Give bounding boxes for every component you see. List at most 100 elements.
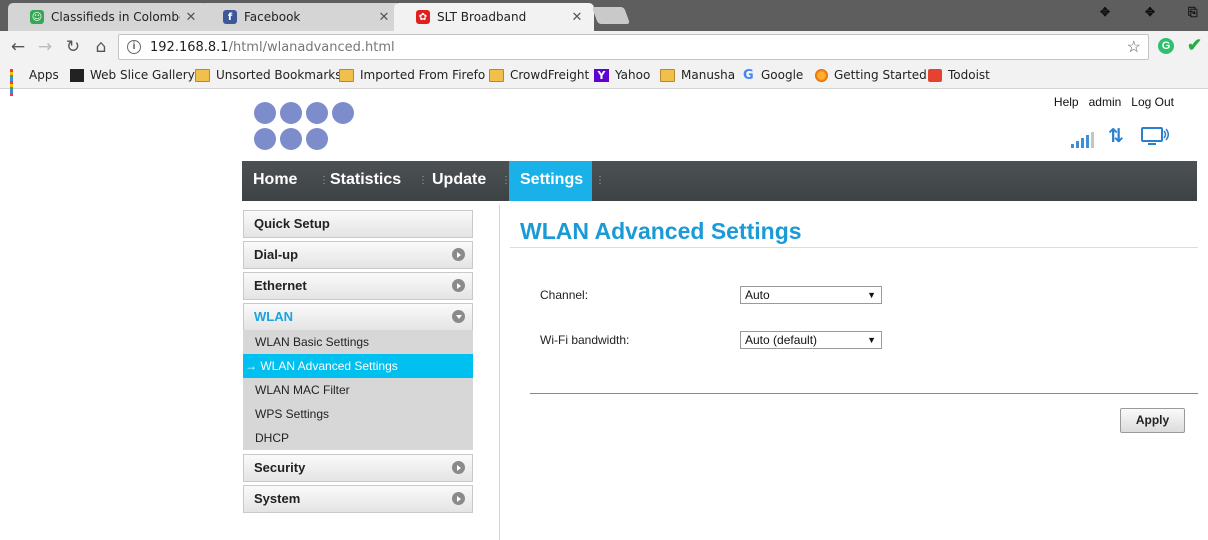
main-navbar: Home ⋮ Statistics ⋮ Update ⋮ Settings ⋮ <box>242 161 1197 201</box>
restore-icon[interactable]: ⎘ <box>1188 5 1198 20</box>
bandwidth-label: Wi-Fi bandwidth: <box>540 333 630 347</box>
move-icon[interactable]: ✥ <box>1145 5 1155 19</box>
nav-settings[interactable]: Settings <box>509 161 592 201</box>
sidebar-label: Ethernet <box>254 278 307 293</box>
bookmark-label: Web Slice Gallery <box>90 68 195 82</box>
yahoo-icon: Y <box>594 68 609 82</box>
bookmark-label: Apps <box>29 68 59 82</box>
extension-icon[interactable]: ✥ <box>1100 5 1110 19</box>
folder-icon <box>195 68 210 82</box>
sidebar-quick-setup[interactable]: Quick Setup <box>243 210 473 238</box>
bookmark-crowdfreight[interactable]: CrowdFreight <box>489 68 589 82</box>
bookmark-todoist[interactable]: Todoist <box>928 68 990 82</box>
connected-device-icon <box>1141 127 1169 145</box>
folder-icon <box>660 68 675 82</box>
tab-facebook[interactable]: f Facebook ✕ <box>201 3 401 31</box>
checkmark-extension-icon[interactable]: ✔ <box>1187 35 1202 56</box>
sidebar-ethernet[interactable]: Ethernet <box>243 272 473 300</box>
sidebar-label: WLAN <box>254 309 293 324</box>
info-icon[interactable]: i <box>127 40 141 54</box>
tab-close-icon[interactable]: ✕ <box>184 10 198 25</box>
bookmark-star-icon[interactable]: ☆ <box>1127 37 1141 57</box>
sidebar-label: System <box>254 491 301 506</box>
tab-close-icon[interactable]: ✕ <box>570 10 584 25</box>
nav-home[interactable]: Home <box>242 161 308 201</box>
grammarly-icon[interactable]: G <box>1158 38 1174 54</box>
nav-update[interactable]: Update <box>421 161 497 201</box>
sidebar-security[interactable]: Security <box>243 454 473 482</box>
apply-button[interactable]: Apply <box>1120 408 1185 433</box>
expand-arrow-icon <box>452 279 465 292</box>
content-divider <box>499 205 500 540</box>
submenu-dhcp[interactable]: DHCP <box>243 426 473 450</box>
browser-toolbar: ← → ↻ ⌂ i 192.168.8.1/html/wlanadvanced.… <box>0 31 1208 63</box>
submenu-wlan-advanced[interactable]: → WLAN Advanced Settings <box>243 354 473 378</box>
nav-separator: ⋮ <box>595 175 605 186</box>
bookmark-getting-started[interactable]: Getting Started <box>815 68 927 82</box>
bandwidth-select[interactable]: Auto (default) ▼ <box>740 331 882 349</box>
sidebar-label: Security <box>254 460 306 475</box>
channel-select[interactable]: Auto ▼ <box>740 286 882 304</box>
url-text[interactable]: 192.168.8.1/html/wlanadvanced.html <box>150 40 395 55</box>
bookmark-label: Google <box>761 68 804 82</box>
url-path: /html/wlanadvanced.html <box>228 40 395 55</box>
tab-title: Facebook <box>244 10 301 24</box>
bookmark-imported[interactable]: Imported From Firefo <box>339 68 485 82</box>
tab-title: Classifieds in Colombo o <box>51 10 180 24</box>
forward-icon[interactable]: → <box>34 36 56 58</box>
sidebar-label: Dial-up <box>254 247 299 262</box>
bookmark-apps[interactable]: Apps <box>10 68 59 96</box>
title-divider <box>510 247 1198 248</box>
sidebar-label: Quick Setup <box>254 216 330 231</box>
bookmark-label: Manusha <box>681 68 736 82</box>
nav-statistics[interactable]: Statistics <box>319 161 412 201</box>
submenu-wlan-mac-filter[interactable]: WLAN MAC Filter <box>243 378 473 402</box>
firefox-icon <box>815 68 828 82</box>
home-icon[interactable]: ⌂ <box>90 36 112 58</box>
page-title: WLAN Advanced Settings <box>520 218 802 244</box>
google-icon: G <box>743 67 754 83</box>
channel-value: Auto <box>745 288 770 302</box>
dropdown-arrow-icon: ▼ <box>867 335 876 345</box>
sidebar-dialup[interactable]: Dial-up <box>243 241 473 269</box>
huawei-favicon-icon: ✿ <box>416 10 430 24</box>
reload-icon[interactable]: ↻ <box>62 36 84 58</box>
form-divider <box>530 393 1198 394</box>
sidebar-system[interactable]: System <box>243 485 473 513</box>
bookmark-label: Getting Started <box>834 68 927 82</box>
bookmark-web-slice-gallery[interactable]: Web Slice Gallery <box>70 68 195 82</box>
facebook-favicon-icon: f <box>223 10 237 24</box>
logout-link[interactable]: Log Out <box>1131 95 1174 109</box>
user-link[interactable]: admin <box>1089 95 1122 109</box>
tab-slt-broadband[interactable]: ✿ SLT Broadband ✕ <box>394 3 594 31</box>
top-links: Help admin Log Out <box>1054 95 1174 109</box>
bookmark-google[interactable]: G Google <box>743 68 803 82</box>
submenu-wlan-basic[interactable]: WLAN Basic Settings <box>243 330 473 354</box>
dropdown-arrow-icon: ▼ <box>867 290 876 300</box>
signal-strength-icon <box>1071 126 1094 148</box>
sidebar-wlan[interactable]: WLAN <box>243 303 473 331</box>
bookmark-unsorted[interactable]: Unsorted Bookmarks <box>195 68 341 82</box>
address-bar[interactable]: i 192.168.8.1/html/wlanadvanced.html ☆ <box>118 34 1149 60</box>
bookmark-label: Yahoo <box>615 68 651 82</box>
apps-icon <box>10 68 23 96</box>
bookmark-label: Todoist <box>948 68 990 82</box>
folder-icon <box>489 68 504 82</box>
bookmark-label: CrowdFreight <box>510 68 590 82</box>
bookmark-manusha[interactable]: Manusha <box>660 68 735 82</box>
tab-close-icon[interactable]: ✕ <box>377 10 391 25</box>
todoist-icon <box>928 68 942 82</box>
expand-arrow-icon <box>452 248 465 261</box>
help-link[interactable]: Help <box>1054 95 1079 109</box>
tab-title: SLT Broadband <box>437 10 527 24</box>
bookmark-label: Unsorted Bookmarks <box>216 68 342 82</box>
wlan-submenu: WLAN Basic Settings → WLAN Advanced Sett… <box>243 330 473 450</box>
expand-arrow-icon <box>452 492 465 505</box>
tab-strip: ☺ Classifieds in Colombo o ✕ f Facebook … <box>0 0 1208 31</box>
submenu-wps-settings[interactable]: WPS Settings <box>243 402 473 426</box>
expand-arrow-icon <box>452 461 465 474</box>
bookmark-yahoo[interactable]: Y Yahoo <box>594 68 650 82</box>
back-icon[interactable]: ← <box>7 36 29 58</box>
tab-classifieds[interactable]: ☺ Classifieds in Colombo o ✕ <box>8 3 208 31</box>
new-tab-button[interactable] <box>591 7 631 24</box>
